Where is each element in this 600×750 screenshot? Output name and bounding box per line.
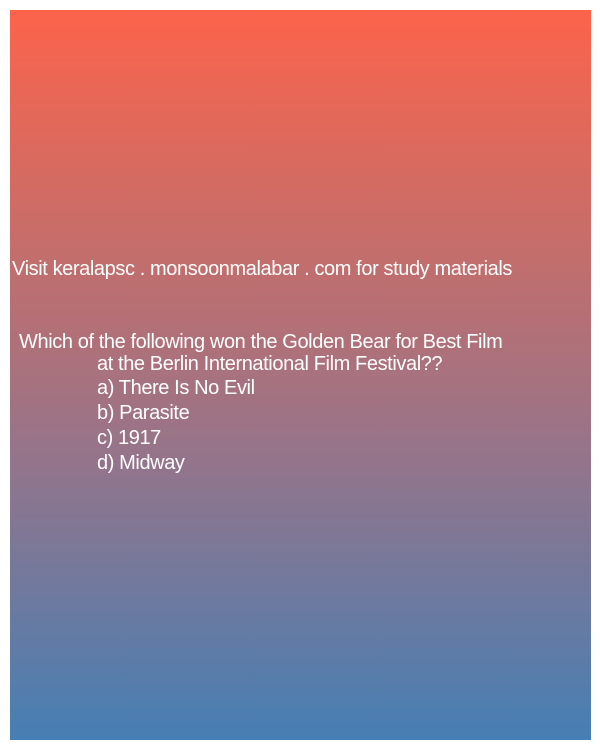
option-c: c) 1917 [97, 427, 161, 449]
option-b: b) Parasite [97, 402, 190, 424]
question-text-line-2: at the Berlin International Film Festiva… [97, 353, 443, 375]
question-card: Visit keralapsc . monsoonmalabar . com f… [10, 10, 591, 740]
question-text-line-1: Which of the following won the Golden Be… [19, 331, 503, 353]
option-d: d) Midway [97, 452, 185, 474]
option-a: a) There Is No Evil [97, 377, 255, 399]
promo-text: Visit keralapsc . monsoonmalabar . com f… [12, 258, 512, 280]
